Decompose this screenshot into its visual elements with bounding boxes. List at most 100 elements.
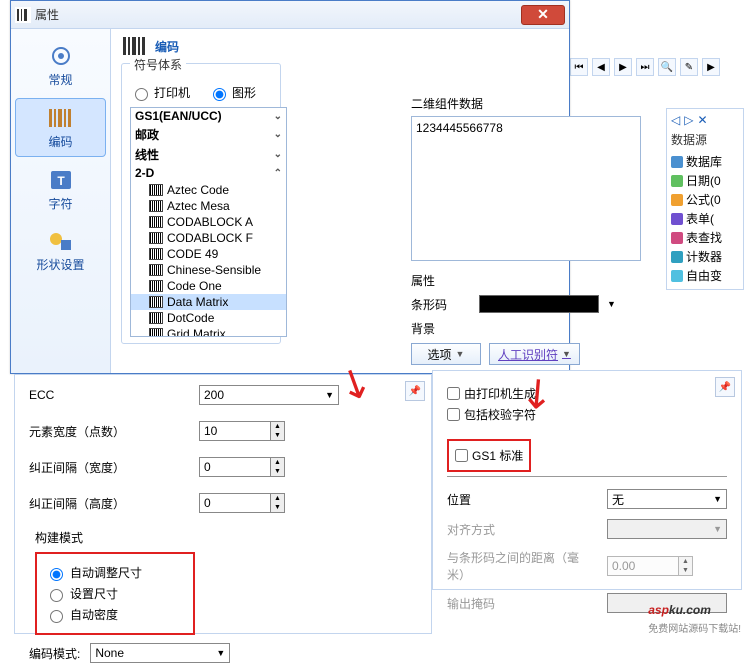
radio-auto-size[interactable]: 自动调整尺寸: [45, 564, 185, 581]
chk-checksum-label: 包括校验字符: [464, 406, 536, 423]
formula-icon: [671, 194, 683, 206]
tree-prev[interactable]: ◁: [671, 113, 680, 127]
gs1-highlight: GS1 标准: [447, 439, 531, 472]
chk-gs1[interactable]: [455, 449, 468, 462]
spin-up[interactable]: ▲: [271, 422, 284, 431]
list-item[interactable]: CODABLOCK F: [131, 230, 286, 246]
list-item-datamatrix[interactable]: Data Matrix: [131, 294, 286, 310]
align-label: 对齐方式: [447, 521, 597, 538]
dialog-title: 属性: [35, 6, 521, 23]
chevron-down-icon[interactable]: ⌄: [274, 111, 282, 122]
corr-h-label: 纠正间隔（高度）: [29, 495, 189, 512]
pin-button[interactable]: 📌: [715, 377, 735, 397]
data-textarea[interactable]: 1234445566778: [411, 116, 641, 261]
tree-close[interactable]: ✕: [697, 113, 707, 127]
position-select[interactable]: 无▼: [607, 489, 727, 509]
elem-width-spinner[interactable]: ▲▼: [199, 421, 285, 441]
list-item[interactable]: Grid Matrix: [131, 326, 286, 337]
form-icon: [671, 213, 683, 225]
ecc-label: ECC: [29, 388, 189, 402]
list-item[interactable]: CODABLOCK A: [131, 214, 286, 230]
tb-find[interactable]: 🔍: [658, 58, 676, 76]
date-icon: [671, 175, 683, 187]
chk-gs1-label: GS1 标准: [472, 447, 523, 464]
tree-item[interactable]: 自由变: [671, 266, 739, 285]
list-item[interactable]: Aztec Mesa: [131, 198, 286, 214]
barcode-icon: [149, 328, 163, 337]
tree-item[interactable]: 表查找: [671, 228, 739, 247]
chk-checksum[interactable]: [447, 408, 460, 421]
symbol-list[interactable]: GS1(EAN/UCC)⌄ 邮政⌄ 线性⌄ 2-D⌃ Aztec Code Az…: [130, 107, 287, 337]
spin-up[interactable]: ▲: [271, 458, 284, 467]
corr-h-spinner[interactable]: ▲▼: [199, 493, 285, 513]
tree-item[interactable]: 计数器: [671, 247, 739, 266]
watermark: aspku.com 免费网站源码下载站!: [648, 594, 741, 635]
sidebar-item-shape[interactable]: 形状设置: [15, 222, 106, 279]
tree-item[interactable]: 数据库: [671, 152, 739, 171]
distance-spinner: ▲▼: [607, 556, 693, 576]
sidebar-label: 字符: [48, 197, 72, 211]
barcode-icon: [149, 280, 163, 292]
chevron-down-icon[interactable]: ⌄: [274, 149, 282, 160]
list-item[interactable]: Code One: [131, 278, 286, 294]
elem-width-label: 元素宽度（点数）: [29, 423, 189, 440]
align-select: ▼: [607, 519, 727, 539]
tree-item[interactable]: 公式(0: [671, 190, 739, 209]
tb-run[interactable]: ▶: [702, 58, 720, 76]
list-item[interactable]: Chinese-Sensible: [131, 262, 286, 278]
tb-first[interactable]: ⏮: [570, 58, 588, 76]
barcode-icon: [149, 312, 163, 324]
tree-item[interactable]: 表单(: [671, 209, 739, 228]
radio-printer[interactable]: 打印机: [130, 84, 190, 101]
divider: [447, 476, 727, 477]
list-item[interactable]: CODE 49: [131, 246, 286, 262]
options-button[interactable]: 选项▼: [411, 343, 481, 365]
options-panel: 📌 ECC 200▼ 元素宽度（点数） ▲▼ 纠正间隔（宽度） ▲▼ 纠正间隔（…: [14, 374, 432, 634]
radio-set-size[interactable]: 设置尺寸: [45, 585, 185, 602]
group-title: 符号体系: [130, 56, 186, 73]
ecc-select[interactable]: 200▼: [199, 385, 339, 405]
sidebar-item-character[interactable]: T 字符: [15, 161, 106, 218]
radio-auto-density[interactable]: 自动密度: [45, 606, 185, 623]
barcode-color-swatch[interactable]: [479, 295, 599, 313]
spin-down[interactable]: ▼: [271, 467, 284, 476]
list-item[interactable]: DotCode: [131, 310, 286, 326]
spin-up[interactable]: ▲: [271, 494, 284, 503]
build-mode-highlight: 自动调整尺寸 设置尺寸 自动密度: [35, 552, 195, 635]
corr-w-spinner[interactable]: ▲▼: [199, 457, 285, 477]
sidebar-label: 编码: [48, 135, 72, 149]
barcode-icon: [149, 200, 163, 212]
lookup-icon: [671, 232, 683, 244]
tb-prev[interactable]: ◀: [592, 58, 610, 76]
tree-next[interactable]: ▷: [684, 113, 693, 127]
data-column: 二维组件数据 1234445566778 属性 条形码 ▼ 背景 选项▼: [411, 95, 641, 371]
properties-dialog: 属性 ✕ 常规 编码 T 字符 形状设置 编码: [10, 0, 570, 374]
chevron-up-icon[interactable]: ⌃: [274, 168, 282, 179]
encode-mode-select[interactable]: None▼: [90, 643, 230, 663]
radio-graphic[interactable]: 图形: [208, 84, 256, 101]
database-icon: [671, 156, 683, 168]
spin-down[interactable]: ▼: [271, 503, 284, 512]
tree-item[interactable]: 日期(0: [671, 171, 739, 190]
tb-next[interactable]: ▶: [614, 58, 632, 76]
chevron-down-icon: ▼: [713, 494, 722, 504]
symbol-group: 符号体系 打印机 图形 GS1(EAN/UCC)⌄ 邮政⌄ 线性⌄ 2-D⌃ A…: [121, 63, 281, 344]
encoding-icon: [121, 35, 149, 57]
list-item[interactable]: Aztec Code: [131, 182, 286, 198]
tb-last[interactable]: ⏭: [636, 58, 654, 76]
gear-icon: [45, 43, 77, 69]
titlebar: 属性 ✕: [11, 1, 569, 29]
chk-printer-gen[interactable]: [447, 387, 460, 400]
chevron-down-icon: ▼: [562, 349, 571, 359]
chevron-down-icon[interactable]: ⌄: [274, 129, 282, 140]
pin-button[interactable]: 📌: [405, 381, 425, 401]
sidebar-item-encoding[interactable]: 编码: [15, 98, 106, 157]
barcode-icon: [149, 216, 163, 228]
close-button[interactable]: ✕: [521, 5, 565, 25]
chevron-down-icon[interactable]: ▼: [607, 299, 616, 309]
tb-edit[interactable]: ✎: [680, 58, 698, 76]
spin-down[interactable]: ▼: [271, 431, 284, 440]
sidebar-item-general[interactable]: 常规: [15, 37, 106, 94]
hri-button[interactable]: 人工识别符▼: [489, 343, 580, 365]
tree-title: 数据源: [671, 131, 739, 148]
